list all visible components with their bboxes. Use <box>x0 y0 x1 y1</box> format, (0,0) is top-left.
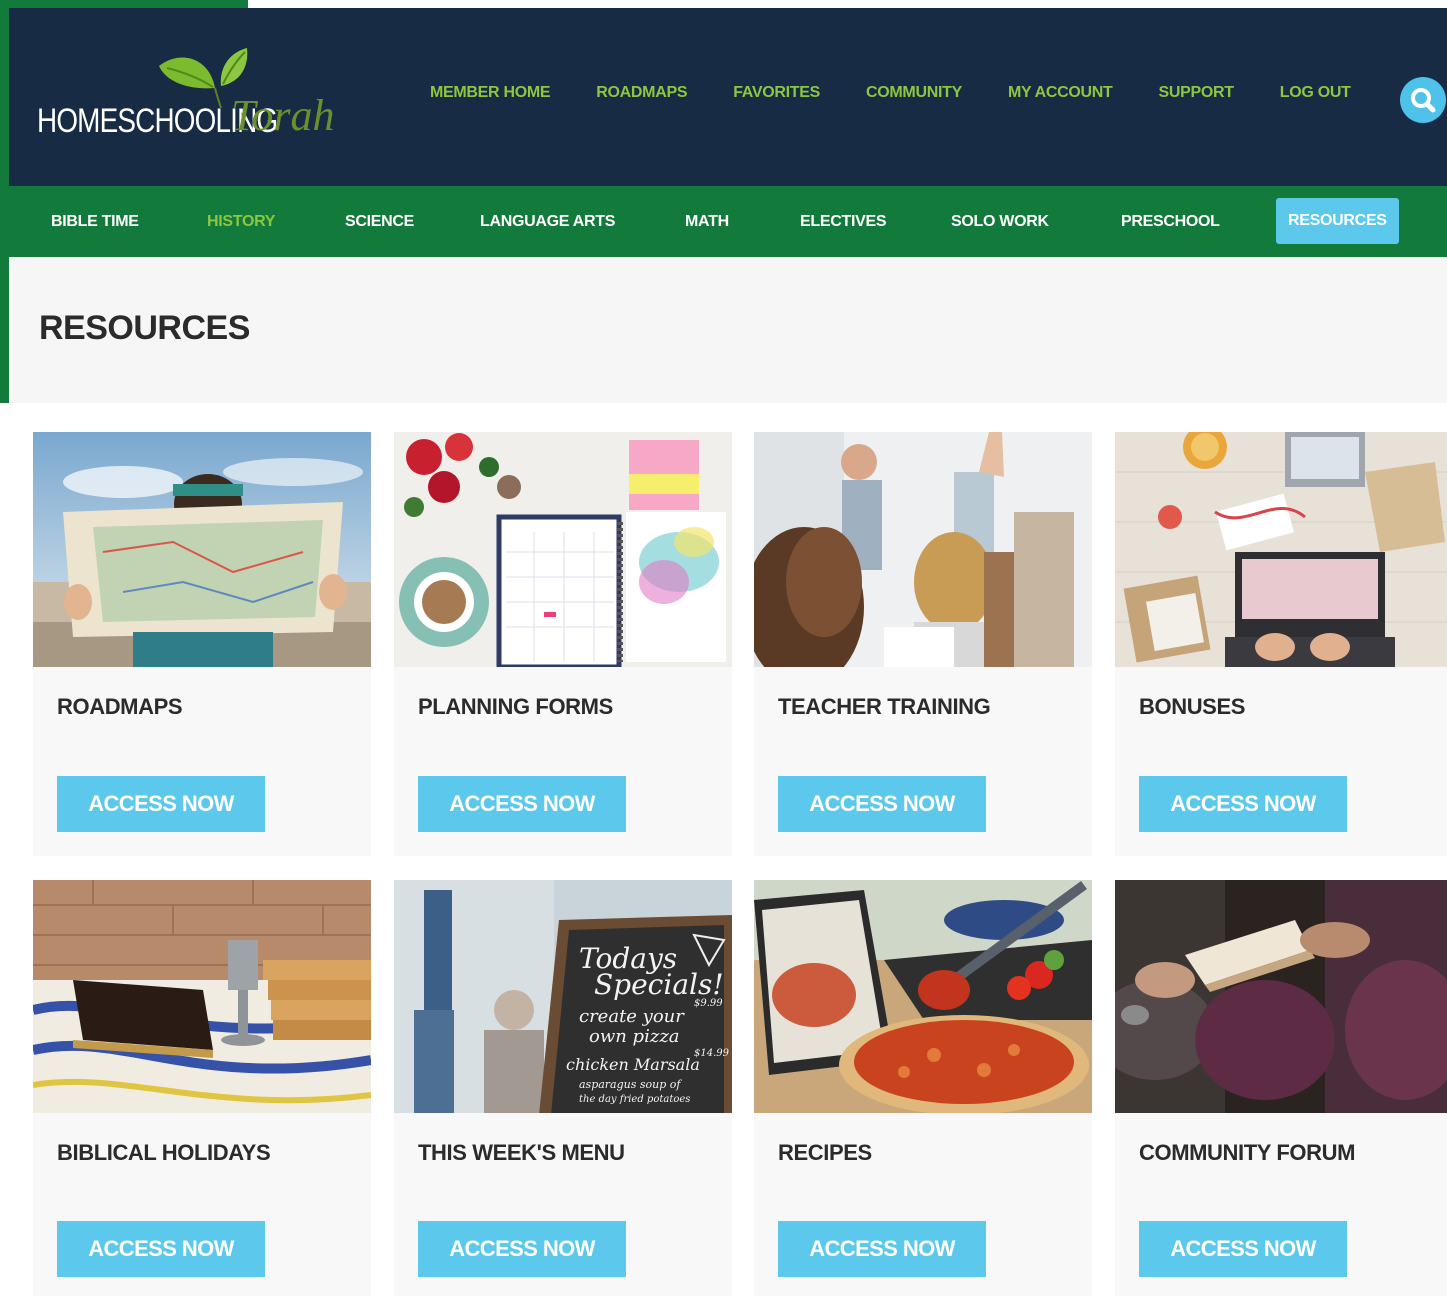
access-now-button[interactable]: ACCESS NOW <box>778 1221 986 1277</box>
menu-line-2: Specials! <box>594 968 724 1001</box>
card-image[interactable] <box>754 432 1092 667</box>
menu-line-4: own pizza <box>589 1026 680 1047</box>
card-image[interactable] <box>33 880 371 1113</box>
menu-price-2: $14.99 <box>694 1048 730 1059</box>
frame-top-strip <box>0 0 248 8</box>
card-title: BIBLICAL HOLIDAYS <box>57 1140 271 1165</box>
planner-photo <box>394 432 732 667</box>
access-now-button[interactable]: ACCESS NOW <box>778 776 986 832</box>
resource-card-recipes: RECIPES ACCESS NOW <box>754 880 1092 1296</box>
nav-member-home[interactable]: MEMBER HOME <box>430 84 551 102</box>
card-title: ROADMAPS <box>57 694 183 719</box>
subnav-bible-time[interactable]: BIBLE TIME <box>51 186 139 257</box>
nav-roadmaps[interactable]: ROADMAPS <box>596 84 687 102</box>
site-logo[interactable]: HOMESCHOOLING Torah <box>37 48 337 158</box>
access-now-button[interactable]: ACCESS NOW <box>1139 1221 1347 1277</box>
nav-community[interactable]: COMMUNITY <box>866 84 962 102</box>
nav-favorites[interactable]: FAVORITES <box>733 84 820 102</box>
nav-support[interactable]: SUPPORT <box>1159 84 1235 102</box>
card-image[interactable] <box>1115 880 1447 1113</box>
menu-line-7: the day fried potatoes <box>579 1094 690 1105</box>
resource-card-community-forum: COMMUNITY FORUM ACCESS NOW <box>1115 880 1447 1296</box>
site-header: HOMESCHOOLING Torah MEMBER HOME ROADMAPS… <box>9 8 1447 186</box>
resource-card-bonuses: BONUSES ACCESS NOW <box>1115 432 1447 856</box>
card-image[interactable] <box>394 432 732 667</box>
access-now-button[interactable]: ACCESS NOW <box>418 776 626 832</box>
resource-card-teacher-training: TEACHER TRAINING ACCESS NOW <box>754 432 1092 856</box>
access-now-button[interactable]: ACCESS NOW <box>1139 776 1347 832</box>
top-navigation: MEMBER HOME ROADMAPS FAVORITES COMMUNITY… <box>430 84 1351 102</box>
nav-my-account[interactable]: MY ACCOUNT <box>1008 84 1113 102</box>
card-title: THIS WEEK'S MENU <box>418 1140 625 1165</box>
page-title-band: RESOURCES <box>9 257 1447 403</box>
resource-card-biblical-holidays: BIBLICAL HOLIDAYS ACCESS NOW <box>33 880 371 1296</box>
card-image[interactable] <box>33 432 371 667</box>
passover-photo <box>33 880 371 1113</box>
access-now-button[interactable]: ACCESS NOW <box>57 1221 265 1277</box>
subnav-science[interactable]: SCIENCE <box>345 186 414 257</box>
resource-card-roadmaps: ROADMAPS ACCESS NOW <box>33 432 371 856</box>
card-title: COMMUNITY FORUM <box>1139 1140 1356 1165</box>
resource-card-this-weeks-menu: Todays Specials! create your own pizza c… <box>394 880 732 1296</box>
subnav-resources[interactable]: RESOURCES <box>1276 198 1399 244</box>
logo-script-word: Torah <box>231 91 335 140</box>
bible-reading-photo <box>1115 880 1447 1113</box>
laptop-gifts-photo <box>1115 432 1447 667</box>
subnav-history[interactable]: HISTORY <box>207 186 275 257</box>
pizza-photo <box>754 880 1092 1113</box>
map-reading-photo <box>33 432 371 667</box>
card-title: RECIPES <box>778 1140 872 1165</box>
card-image[interactable] <box>754 880 1092 1113</box>
subject-navigation: BIBLE TIME HISTORY SCIENCE LANGUAGE ARTS… <box>9 186 1447 257</box>
menu-price-1: $9.99 <box>694 998 723 1009</box>
card-title: PLANNING FORMS <box>418 694 613 719</box>
subnav-electives[interactable]: ELECTIVES <box>800 186 887 257</box>
menu-line-6: asparagus soup of <box>579 1078 682 1091</box>
classroom-photo <box>754 432 1092 667</box>
search-button[interactable] <box>1400 77 1446 123</box>
nav-log-out[interactable]: LOG OUT <box>1280 84 1351 102</box>
subnav-solo-work[interactable]: SOLO WORK <box>951 186 1049 257</box>
menu-line-3: create your <box>579 1006 685 1027</box>
page-title: RESOURCES <box>39 309 250 347</box>
card-image[interactable]: Todays Specials! create your own pizza c… <box>394 880 732 1113</box>
access-now-button[interactable]: ACCESS NOW <box>57 776 265 832</box>
menu-line-5: chicken Marsala <box>566 1055 700 1074</box>
card-title: BONUSES <box>1139 694 1245 719</box>
resource-card-planning-forms: PLANNING FORMS ACCESS NOW <box>394 432 732 856</box>
subnav-preschool[interactable]: PRESCHOOL <box>1121 186 1220 257</box>
subnav-language-arts[interactable]: LANGUAGE ARTS <box>480 186 615 257</box>
card-title: TEACHER TRAINING <box>778 694 991 719</box>
chalkboard-photo: Todays Specials! create your own pizza c… <box>394 880 732 1113</box>
card-image[interactable] <box>1115 432 1447 667</box>
subnav-math[interactable]: MATH <box>685 186 729 257</box>
search-icon <box>1411 88 1436 113</box>
access-now-button[interactable]: ACCESS NOW <box>418 1221 626 1277</box>
